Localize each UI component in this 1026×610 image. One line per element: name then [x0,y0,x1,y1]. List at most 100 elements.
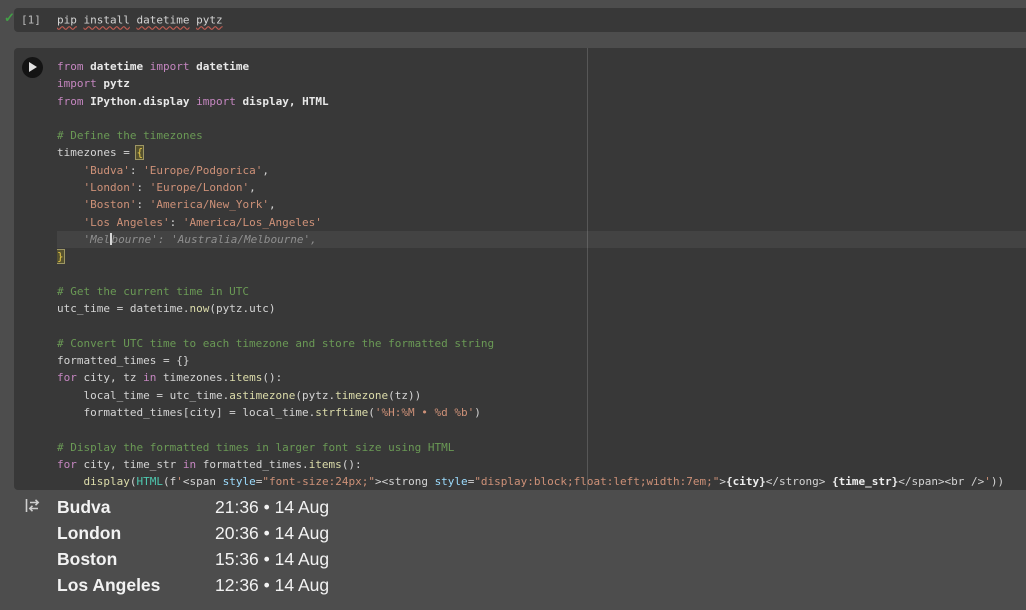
code-token: import [150,60,190,73]
code-line: local_time = utc_time.astimezone(pytz.ti… [57,387,1026,404]
code-token: ' [984,475,991,488]
code-token: datetime [90,60,143,73]
code-token: formatted_times = {} [57,354,189,367]
code-token: items [229,371,262,384]
code-token: pytz [196,14,223,27]
code-line: # Define the timezones [57,127,1026,144]
play-icon [29,62,37,72]
code-token: } [57,250,64,263]
code-line: for city, tz in timezones.items(): [57,369,1026,386]
code-token: , [262,164,269,177]
code-token: # Get the current time in UTC [57,285,249,298]
code-token: 'Boston' [84,198,137,211]
code-line: 'Boston': 'America/New_York', [57,196,1026,213]
time-value: 20:36 • 14 Aug [215,523,329,543]
code-line: utc_time = datetime.now(pytz.utc) [57,300,1026,317]
output-row: Los Angeles12:36 • 14 Aug [57,572,329,598]
code-token: : [170,216,183,229]
code-token: > [375,475,382,488]
code-line: } [57,248,1026,265]
output-row: London20:36 • 14 Aug [57,520,329,546]
code-token: 'Mel [84,233,111,246]
city-label: London [57,520,215,546]
city-label: Los Angeles [57,572,215,598]
code-token: # Convert UTC time to each timezone and … [57,337,494,350]
code-line: formatted_times[city] = local_time.strft… [57,404,1026,421]
code-line: # Get the current time in UTC [57,283,1026,300]
code-line: 'Los Angeles': 'America/Los_Angeles' [57,214,1026,231]
code-token: 'Los Angeles' [84,216,170,229]
code-token [77,14,84,27]
code-token: , [249,181,256,194]
execution-count: [1] [21,14,41,27]
pip-code-line[interactable]: pip install datetime pytz [57,14,223,27]
run-cell-button[interactable] [22,57,43,78]
output-row: Budva21:36 • 14 Aug [57,494,329,520]
code-token: style [223,475,256,488]
code-token: display, HTML [242,95,328,108]
output-swap-icon-glyph [25,498,42,513]
code-line [57,110,1026,127]
code-line [57,421,1026,438]
code-token: datetime [196,60,249,73]
code-token: in [143,371,156,384]
code-token: 'Europe/London' [150,181,249,194]
code-token: import [57,77,97,90]
output-row: Boston15:36 • 14 Aug [57,546,329,572]
code-token: # Define the timezones [57,129,203,142]
code-line: timezones = { [57,144,1026,161]
time-value: 21:36 • 14 Aug [215,497,329,517]
code-cell: from datetime import datetimeimport pytz… [14,48,1026,490]
code-token: </span><br /> [898,475,984,488]
code-token: ) [474,406,481,419]
code-token: "font-size:24px;" [262,475,375,488]
code-token: timezones. [156,371,229,384]
code-line [57,266,1026,283]
code-token: (): [342,458,362,471]
code-token: city, tz [77,371,143,384]
code-token [57,181,84,194]
code-token: items [309,458,342,471]
code-token: HTML [136,475,163,488]
output-swap-icon[interactable] [25,498,42,518]
code-token: 'Europe/Podgorica' [143,164,262,177]
pip-install-cell[interactable]: [1] pip install datetime pytz [14,8,1026,32]
code-token: <span [183,475,223,488]
code-line: import pytz [57,75,1026,92]
code-line: 'Melbourne': 'Australia/Melbourne', [57,231,1026,248]
code-line: for city, time_str in formatted_times.it… [57,456,1026,473]
code-token [57,198,84,211]
code-token: bourne': 'Australia/Melbourne', [112,233,317,246]
code-token: pip [57,14,77,27]
code-token: {city} [726,475,766,488]
time-value: 15:36 • 14 Aug [215,549,329,569]
code-token: timezone [335,389,388,402]
code-token: city, time_str [77,458,183,471]
code-line: # Convert UTC time to each timezone and … [57,335,1026,352]
code-token: : [130,164,143,177]
code-line: # Display the formatted times in larger … [57,439,1026,456]
code-token [57,475,84,488]
code-token: <strong [382,475,435,488]
code-token [57,216,84,229]
code-token: > [719,475,726,488]
code-token: astimezone [229,389,295,402]
code-line: display(HTML(f'<span style="font-size:24… [57,473,1026,490]
code-token: IPython.display [90,95,189,108]
code-editor[interactable]: from datetime import datetimeimport pytz… [57,48,1026,490]
code-line [57,317,1026,334]
code-lines: from datetime import datetimeimport pytz… [57,48,1026,490]
code-token: (f [163,475,176,488]
code-token: (pytz.utc) [209,302,275,315]
code-token: 'America/Los_Angeles' [183,216,322,229]
code-token: install [84,14,130,27]
code-token [57,233,84,246]
code-token: "display:block;float:left;width:7em;" [474,475,719,488]
output-rows: Budva21:36 • 14 AugLondon20:36 • 14 AugB… [57,494,329,598]
code-token: datetime [136,14,189,27]
city-label: Boston [57,546,215,572]
code-token: for [57,458,77,471]
code-token: ' [176,475,183,488]
code-token: style [435,475,468,488]
code-token: now [189,302,209,315]
